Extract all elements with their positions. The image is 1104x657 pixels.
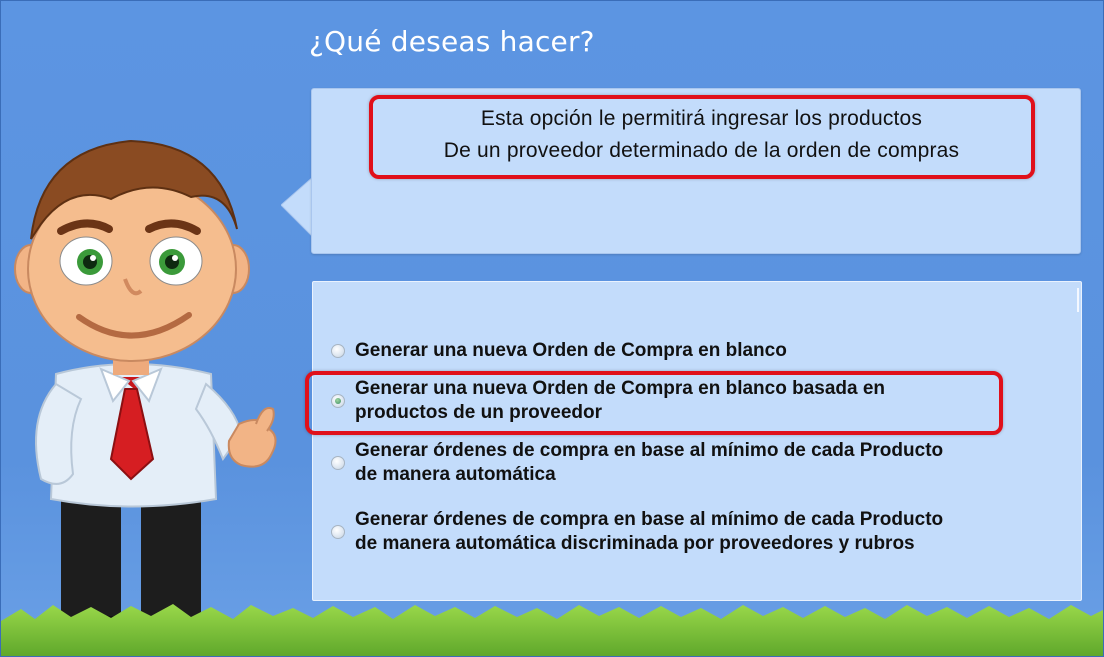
- description-line-1: Esta opción le permitirá ingresar los pr…: [480, 107, 923, 130]
- wizard-window: ¿Qué deseas hacer? Esta opción le permit…: [0, 0, 1104, 657]
- radio-button[interactable]: [331, 456, 345, 470]
- speech-bubble-tail: [281, 177, 313, 237]
- option-label-line-2: de manera automática: [355, 464, 556, 485]
- radio-button[interactable]: [331, 344, 345, 358]
- option-label-line-2: productos de un proveedor: [355, 402, 603, 423]
- panel-edge: [1077, 288, 1079, 312]
- option-label-line-1: Generar órdenes de compra en base al mín…: [355, 440, 944, 461]
- grass-decoration: [1, 604, 1103, 656]
- assistant-character-illustration: [14, 139, 277, 643]
- radio-button-selected[interactable]: [331, 394, 345, 408]
- option-auto-orders-by-supplier-category[interactable]: Generar órdenes de compra en base al mín…: [331, 508, 943, 556]
- option-auto-orders-minimum[interactable]: Generar órdenes de compra en base al mín…: [331, 439, 943, 487]
- page-title: ¿Qué deseas hacer?: [309, 25, 595, 58]
- description-line-2: De un proveedor determinado de la orden …: [443, 139, 960, 162]
- radio-button[interactable]: [331, 525, 345, 539]
- option-label-line-1: Generar órdenes de compra en base al mín…: [355, 509, 944, 530]
- option-label-line-1: Generar una nueva Orden de Compra en bla…: [355, 378, 886, 399]
- option-label: Generar una nueva Orden de Compra en bla…: [355, 340, 787, 361]
- option-new-order-by-supplier[interactable]: Generar una nueva Orden de Compra en bla…: [331, 377, 885, 425]
- option-new-blank-order[interactable]: Generar una nueva Orden de Compra en bla…: [331, 339, 787, 363]
- option-label-line-2: de manera automática discriminada por pr…: [355, 533, 915, 554]
